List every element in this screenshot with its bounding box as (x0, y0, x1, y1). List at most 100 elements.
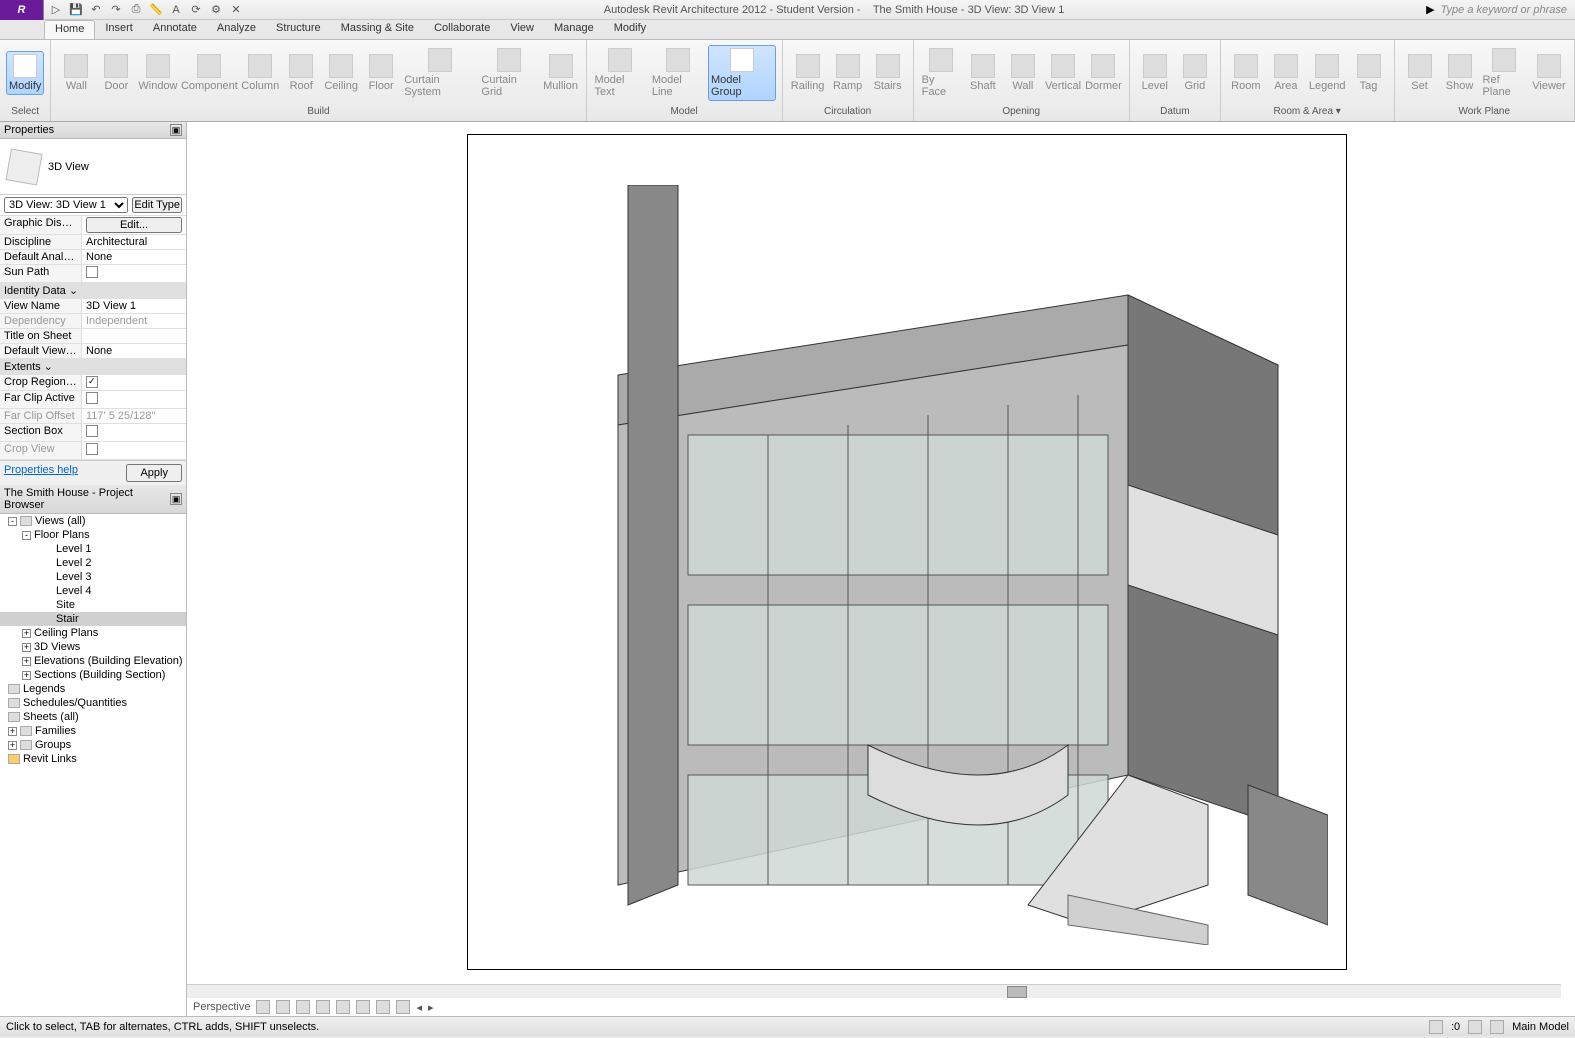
tree-item-elevations-building-elevation-[interactable]: +Elevations (Building Elevation) (0, 654, 186, 668)
ribbon-item-model-text[interactable]: Model Text (593, 46, 648, 100)
ribbon-item-vertical[interactable]: Vertical (1044, 52, 1082, 94)
ribbon-item-ramp[interactable]: Ramp (829, 52, 867, 94)
properties-header[interactable]: Properties ▣ (0, 122, 186, 139)
nav-right-icon[interactable]: ▸ (428, 1001, 434, 1014)
edit-button[interactable]: Edit... (86, 217, 182, 233)
sun-path-icon[interactable] (296, 1000, 310, 1014)
lock-3d-icon[interactable] (376, 1000, 390, 1014)
tree-item-stair[interactable]: Stair (0, 612, 186, 626)
prop-value[interactable] (82, 375, 186, 390)
ribbon-item-model-line[interactable]: Model Line (650, 46, 706, 100)
prop-value[interactable] (82, 442, 186, 459)
edit-type-button[interactable]: Edit Type (132, 197, 182, 213)
close-browser-icon[interactable]: ▣ (170, 493, 182, 505)
close-icon[interactable]: ✕ (228, 2, 244, 18)
ribbon-item-roof[interactable]: Roof (282, 52, 320, 94)
sync-icon[interactable]: ⟳ (188, 2, 204, 18)
ribbon-item-modify[interactable]: Modify (6, 51, 44, 95)
instance-selector[interactable]: 3D View: 3D View 1 (4, 197, 128, 213)
press-drag-icon[interactable] (1429, 1020, 1443, 1034)
worksets-icon[interactable] (1490, 1020, 1504, 1034)
ribbon-item-railing[interactable]: Railing (789, 52, 827, 94)
ribbon-item-legend[interactable]: Legend (1307, 52, 1348, 94)
checkbox-icon[interactable] (86, 443, 98, 455)
type-selector[interactable]: 3D View (0, 139, 186, 195)
ribbon-item-by-face[interactable]: By Face (920, 46, 962, 100)
prop-value[interactable] (82, 329, 186, 343)
expand-icon[interactable]: + (22, 671, 31, 680)
info-center-arrow[interactable]: ▶ (1420, 3, 1440, 16)
tree-item-sections-building-section-[interactable]: +Sections (Building Section) (0, 668, 186, 682)
prop-value[interactable]: Independent (82, 314, 186, 328)
drawing-canvas[interactable]: Perspective ◂ ▸ (187, 122, 1575, 1016)
prop-value[interactable]: None (82, 250, 186, 264)
tree-item-families[interactable]: +Families (0, 724, 186, 738)
ribbon-item-dormer[interactable]: Dormer (1084, 52, 1123, 94)
browser-header[interactable]: The Smith House - Project Browser ▣ (0, 485, 186, 514)
tab-structure[interactable]: Structure (266, 20, 331, 39)
ribbon-item-model-group[interactable]: Model Group (708, 45, 776, 101)
ribbon-item-ceiling[interactable]: Ceiling (322, 52, 360, 94)
expand-icon[interactable]: + (8, 727, 17, 736)
ribbon-item-viewer[interactable]: Viewer (1530, 52, 1568, 94)
tree-item-views-all-[interactable]: -Views (all) (0, 514, 186, 528)
ribbon-item-curtain-system[interactable]: Curtain System (402, 46, 477, 100)
text-icon[interactable]: A (168, 2, 184, 18)
ribbon-item-floor[interactable]: Floor (362, 52, 400, 94)
print-icon[interactable]: ⎙ (128, 2, 144, 18)
ribbon-item-wall[interactable]: Wall (1004, 52, 1042, 94)
filter-icon[interactable] (1468, 1020, 1482, 1034)
prop-value[interactable] (82, 424, 186, 441)
expand-icon[interactable]: - (22, 531, 31, 540)
nav-left-icon[interactable]: ◂ (416, 1001, 422, 1014)
expand-icon[interactable]: + (22, 657, 31, 666)
checkbox-icon[interactable] (86, 392, 98, 404)
properties-help-link[interactable]: Properties help (4, 464, 78, 482)
tab-view[interactable]: View (500, 20, 544, 39)
tab-insert[interactable]: Insert (95, 20, 143, 39)
crop-view-icon[interactable] (336, 1000, 350, 1014)
expand-icon[interactable]: + (22, 629, 31, 638)
undo-icon[interactable]: ↶ (88, 2, 104, 18)
save-icon[interactable]: 💾 (68, 2, 84, 18)
tree-item-3d-views[interactable]: +3D Views (0, 640, 186, 654)
redo-icon[interactable]: ↷ (108, 2, 124, 18)
ribbon-item-window[interactable]: Window (137, 52, 178, 94)
prop-value[interactable]: Architectural (82, 235, 186, 249)
checkbox-icon[interactable] (86, 425, 98, 437)
checkbox-icon[interactable] (86, 376, 98, 388)
ribbon-item-component[interactable]: Component (180, 52, 238, 94)
ribbon-item-room[interactable]: Room (1227, 52, 1265, 94)
ribbon-item-shaft[interactable]: Shaft (964, 52, 1002, 94)
checkbox-icon[interactable] (86, 266, 98, 278)
expand-icon[interactable]: + (22, 643, 31, 652)
visual-style-icon[interactable] (276, 1000, 290, 1014)
tree-item-schedules-quantities[interactable]: Schedules/Quantities (0, 696, 186, 710)
tab-collaborate[interactable]: Collaborate (424, 20, 500, 39)
ribbon-item-tag[interactable]: Tag (1350, 52, 1388, 94)
settings-icon[interactable]: ⚙ (208, 2, 224, 18)
tree-item-site[interactable]: Site (0, 598, 186, 612)
view-scale-label[interactable]: Perspective (193, 1001, 250, 1013)
prop-value[interactable]: 3D View 1 (82, 299, 186, 313)
tree-item-revit-links[interactable]: Revit Links (0, 752, 186, 766)
ribbon-item-ref-plane[interactable]: Ref Plane (1481, 46, 1528, 100)
ribbon-item-door[interactable]: Door (97, 52, 135, 94)
tree-item-legends[interactable]: Legends (0, 682, 186, 696)
temp-hide-icon[interactable] (396, 1000, 410, 1014)
tree-item-level-4[interactable]: Level 4 (0, 584, 186, 598)
prop-value[interactable]: Edit... (82, 216, 186, 234)
tab-home[interactable]: Home (44, 20, 95, 39)
ribbon-item-wall[interactable]: Wall (57, 52, 95, 94)
tree-item-level-2[interactable]: Level 2 (0, 556, 186, 570)
apply-button[interactable]: Apply (126, 464, 182, 482)
app-menu-button[interactable]: R (0, 0, 44, 20)
horizontal-scrollbar[interactable] (187, 984, 1561, 998)
ribbon-item-mullion[interactable]: Mullion (542, 52, 580, 94)
tree-item-floor-plans[interactable]: -Floor Plans (0, 528, 186, 542)
ribbon-item-column[interactable]: Column (240, 52, 280, 94)
ribbon-item-set[interactable]: Set (1401, 52, 1439, 94)
tab-manage[interactable]: Manage (544, 20, 604, 39)
tree-item-sheets-all-[interactable]: Sheets (all) (0, 710, 186, 724)
open-icon[interactable]: ▷ (48, 2, 64, 18)
